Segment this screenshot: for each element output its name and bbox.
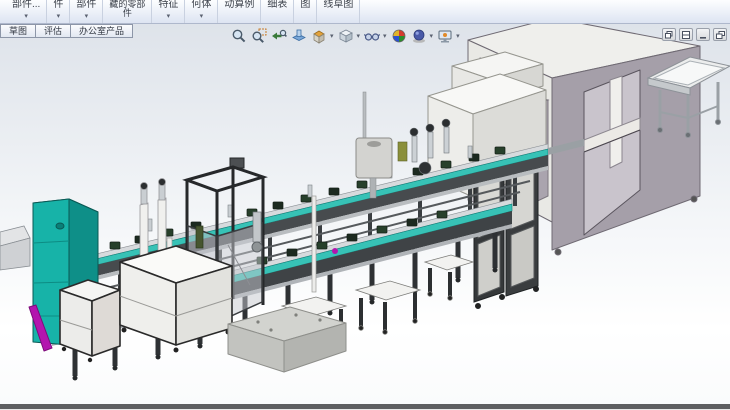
chevron-down-icon[interactable]: [200, 13, 204, 20]
window-minimize-icon: [699, 31, 707, 39]
chevron-down-icon[interactable]: [357, 33, 361, 40]
component-button[interactable]: 部件: [70, 0, 103, 23]
chevron-down-icon[interactable]: [24, 13, 28, 20]
explode-line-sketch-button[interactable]: 线草图: [317, 0, 360, 23]
zoom-to-area-icon: [251, 28, 267, 44]
section-view-icon: [291, 28, 307, 44]
window-minimize-button[interactable]: [696, 28, 710, 41]
button-label: 件: [53, 0, 63, 10]
motion-study-button[interactable]: 动算例: [218, 0, 261, 23]
chevron-down-icon[interactable]: [430, 33, 434, 40]
display-style-icon: [338, 28, 354, 44]
chevron-down-icon[interactable]: [85, 13, 89, 20]
command-manager-tabs: 草图 评估 办公室产品: [0, 24, 133, 38]
show-hidden-components-button[interactable]: 藏的零部件: [103, 0, 152, 23]
edit-appearance-button[interactable]: [390, 27, 408, 45]
exploded-view-button[interactable]: 图: [294, 0, 317, 23]
insert-components-button[interactable]: 部件...: [6, 0, 47, 23]
chevron-down-icon[interactable]: [167, 13, 171, 20]
view-settings-icon: [437, 28, 453, 44]
display-style-button[interactable]: [337, 27, 355, 45]
tab-office-products[interactable]: 办公室产品: [71, 24, 133, 38]
window-restore-icon: [716, 31, 725, 39]
reference-geometry-button[interactable]: 何体: [185, 0, 218, 23]
hide-show-items-icon: [364, 28, 380, 44]
tab-evaluate[interactable]: 评估: [36, 24, 71, 38]
window-cascade-icon: [665, 31, 673, 39]
window-tile-button[interactable]: [679, 28, 693, 41]
chevron-down-icon[interactable]: [57, 13, 61, 20]
left-edge-structure[interactable]: [0, 226, 30, 270]
button-label: 线草图: [323, 0, 353, 10]
button-label: 部件: [76, 0, 96, 10]
section-view-button[interactable]: [290, 27, 308, 45]
mate-button[interactable]: 件: [47, 0, 70, 23]
command-manager-toolbar: 部件... 件 部件 藏的零部件 特征 何体 动算例 细表 图 线草图: [0, 0, 730, 24]
window-restore-button[interactable]: [713, 28, 727, 41]
apply-scene-icon: [411, 28, 427, 44]
zoom-to-area-button[interactable]: [250, 27, 268, 45]
view-orientation-icon: [311, 28, 327, 44]
button-label: 藏的零部件: [109, 0, 145, 18]
button-label: 动算例: [224, 0, 254, 10]
button-label: 细表: [267, 0, 287, 10]
hide-show-items-button[interactable]: [363, 27, 381, 45]
zoom-to-fit-icon: [231, 28, 247, 44]
assembly-features-button[interactable]: 特征: [152, 0, 185, 23]
chevron-down-icon[interactable]: [456, 33, 460, 40]
button-label: 部件...: [12, 0, 40, 10]
button-label: 何体: [191, 0, 211, 10]
previous-view-button[interactable]: [270, 27, 288, 45]
window-tile-icon: [682, 31, 690, 39]
heads-up-view-toolbar: [230, 27, 461, 45]
edit-appearance-icon: [391, 28, 407, 44]
button-label: 图: [300, 0, 310, 10]
view-orientation-button[interactable]: [310, 27, 328, 45]
window-cascade-button[interactable]: [662, 28, 676, 41]
child-window-controls: [662, 28, 727, 41]
graphics-viewport[interactable]: [0, 0, 730, 410]
zoom-to-fit-button[interactable]: [230, 27, 248, 45]
view-settings-button[interactable]: [436, 27, 454, 45]
chevron-down-icon[interactable]: [383, 33, 387, 40]
previous-view-icon: [271, 28, 287, 44]
tab-sketch[interactable]: 草图: [0, 24, 36, 38]
chevron-down-icon[interactable]: [330, 33, 334, 40]
bill-of-materials-button[interactable]: 细表: [261, 0, 294, 23]
apply-scene-button[interactable]: [410, 27, 428, 45]
button-label: 特征: [158, 0, 178, 10]
